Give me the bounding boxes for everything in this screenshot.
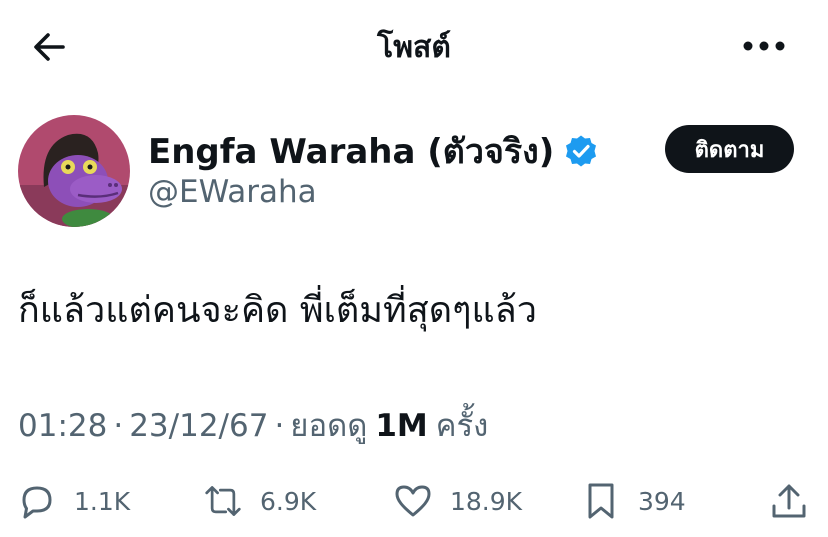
more-options-button[interactable] [740, 26, 788, 66]
action-bar: 1.1K 6.9K 18.9K 394 [0, 478, 828, 524]
repost-button[interactable]: 6.9K [204, 478, 316, 524]
reply-button[interactable]: 1.1K [18, 478, 130, 524]
avatar[interactable] [18, 115, 130, 227]
views-count: 1M [375, 408, 428, 444]
tweet-meta: 01:28 · 23/12/67 · ยอดดู 1M ครั้ง [18, 400, 488, 450]
reply-icon [22, 486, 52, 519]
repost-count: 6.9K [260, 486, 317, 516]
share-button[interactable] [770, 478, 808, 524]
avatar-image [18, 115, 130, 227]
views-suffix: ครั้ง [435, 408, 489, 444]
follow-button[interactable]: ติดตาม [665, 125, 794, 173]
share-icon [772, 484, 806, 518]
bookmark-count: 394 [638, 486, 686, 516]
tweet-time[interactable]: 01:28 [18, 408, 107, 444]
separator-dot: · [113, 408, 124, 444]
top-bar: โพสต์ [0, 0, 828, 92]
repost-icon [205, 486, 241, 516]
separator-dot: · [274, 408, 285, 444]
bookmark-button[interactable]: 394 [582, 478, 686, 524]
more-horizontal-icon [743, 41, 785, 51]
page-title: โพสต์ [377, 30, 451, 65]
author-name-row: Engfa Waraha (ตัวจริง) [148, 124, 598, 178]
reply-count: 1.1K [74, 486, 131, 516]
heart-icon [395, 485, 431, 517]
verified-badge-icon[interactable] [564, 134, 598, 168]
author-handle[interactable]: @EWaraha [148, 174, 317, 210]
views-label: ยอดดู [290, 408, 368, 444]
author-name[interactable]: Engfa Waraha (ตัวจริง) [148, 124, 554, 178]
like-count: 18.9K [450, 486, 523, 516]
like-button[interactable]: 18.9K [394, 478, 522, 524]
tweet-text: ก็แล้วแต่คนจะคิด พี่เต็มที่สุดๆแล้ว [18, 290, 537, 331]
tweet-date[interactable]: 23/12/67 [129, 408, 268, 444]
bookmark-icon [588, 483, 614, 519]
